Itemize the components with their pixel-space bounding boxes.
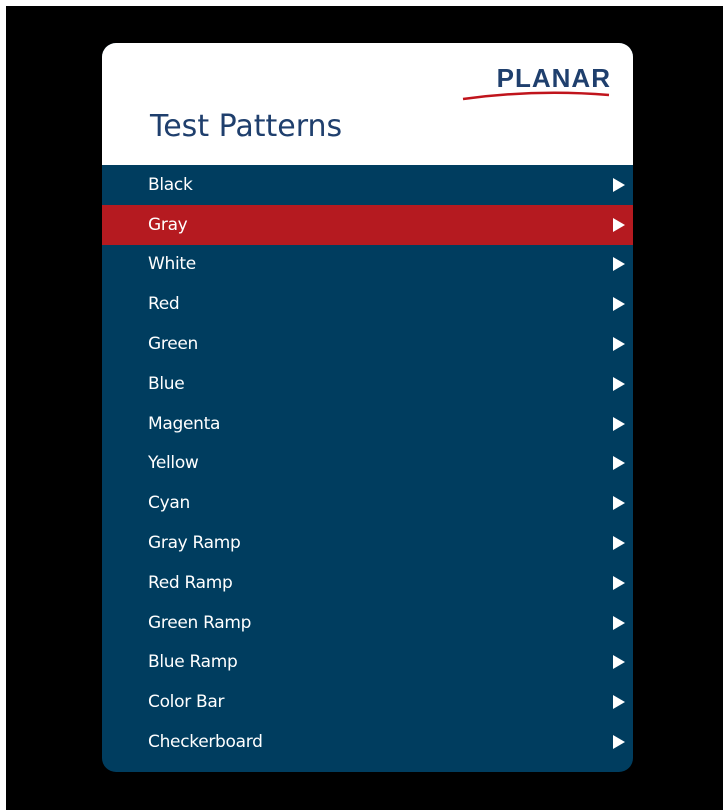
menu-item-label: Black <box>148 174 193 195</box>
menu-item-label: Yellow <box>148 453 199 474</box>
menu-item-checkerboard[interactable]: Checkerboard <box>102 722 633 762</box>
menu-item-red[interactable]: Red <box>102 284 633 324</box>
test-pattern-menu: Black Gray White Red Green Blue Magenta … <box>102 165 633 762</box>
menu-item-gray-ramp[interactable]: Gray Ramp <box>102 523 633 563</box>
menu-item-label: Magenta <box>148 413 221 434</box>
test-patterns-panel: PLANAR Test Patterns Black Gray White Re… <box>102 43 633 772</box>
menu-item-blue[interactable]: Blue <box>102 364 633 404</box>
menu-item-label: Gray Ramp <box>148 533 241 554</box>
arrow-right-icon <box>613 536 625 551</box>
arrow-right-icon <box>613 456 625 471</box>
menu-item-label: Gray <box>148 214 188 235</box>
menu-item-blue-ramp[interactable]: Blue Ramp <box>102 643 633 683</box>
panel-header: PLANAR Test Patterns <box>102 43 633 165</box>
logo-swoosh-icon <box>462 91 610 101</box>
menu-item-label: Red <box>148 294 180 315</box>
arrow-right-icon <box>613 376 625 391</box>
planar-logo: PLANAR <box>461 63 611 103</box>
page-title: Test Patterns <box>150 109 343 144</box>
menu-item-label: White <box>148 254 196 275</box>
menu-item-label: Red Ramp <box>148 572 233 593</box>
menu-item-label: Color Bar <box>148 692 225 713</box>
arrow-right-icon <box>613 416 625 431</box>
menu-item-label: Checkerboard <box>148 732 263 753</box>
logo-text: PLANAR <box>496 63 611 93</box>
menu-item-white[interactable]: White <box>102 245 633 285</box>
display-screen: PLANAR Test Patterns Black Gray White Re… <box>6 6 723 810</box>
arrow-right-icon <box>613 177 625 192</box>
menu-item-color-bar[interactable]: Color Bar <box>102 682 633 722</box>
arrow-right-icon <box>613 655 625 670</box>
menu-item-green[interactable]: Green <box>102 324 633 364</box>
arrow-right-icon <box>613 496 625 511</box>
arrow-right-icon <box>613 695 625 710</box>
menu-item-label: Green <box>148 334 198 355</box>
menu-item-label: Cyan <box>148 493 190 514</box>
menu-item-magenta[interactable]: Magenta <box>102 404 633 444</box>
menu-item-label: Blue <box>148 373 185 394</box>
menu-item-green-ramp[interactable]: Green Ramp <box>102 603 633 643</box>
arrow-right-icon <box>613 575 625 590</box>
arrow-right-icon <box>613 615 625 630</box>
menu-item-label: Green Ramp <box>148 612 252 633</box>
menu-item-label: Blue Ramp <box>148 652 238 673</box>
menu-item-gray[interactable]: Gray <box>102 204 633 245</box>
menu-item-cyan[interactable]: Cyan <box>102 483 633 523</box>
menu-item-black[interactable]: Black <box>102 165 633 205</box>
menu-item-yellow[interactable]: Yellow <box>102 444 633 484</box>
arrow-right-icon <box>613 297 625 312</box>
arrow-right-icon <box>613 735 625 750</box>
arrow-right-icon <box>613 217 625 232</box>
menu-item-red-ramp[interactable]: Red Ramp <box>102 563 633 603</box>
arrow-right-icon <box>613 337 625 352</box>
arrow-right-icon <box>613 257 625 272</box>
